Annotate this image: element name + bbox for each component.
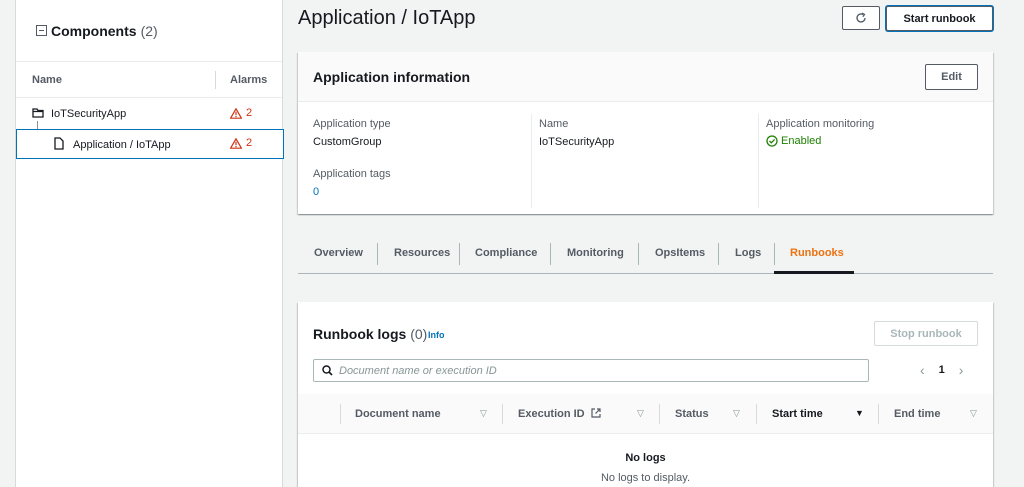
refresh-button[interactable]: [842, 6, 880, 30]
tab-divider: [377, 243, 378, 265]
components-count: (2): [140, 22, 158, 39]
tree-item-iotsecurityapp[interactable]: IoTSecurityApp 2: [16, 99, 284, 129]
refresh-icon: [856, 12, 866, 23]
empty-state-title: No logs: [625, 452, 666, 464]
runbook-logs-title: Runbook logs (0): [313, 326, 427, 342]
application-type-label: Application type: [313, 118, 391, 130]
tab-divider: [459, 243, 460, 265]
tab-divider: [550, 243, 551, 265]
page-title: Application / IoTApp: [298, 7, 476, 29]
tab-resources[interactable]: Resources: [394, 247, 450, 259]
sort-icon[interactable]: ▽: [637, 408, 644, 419]
monitoring-status-text: Enabled: [781, 135, 822, 147]
application-tags-link[interactable]: 0: [313, 186, 319, 198]
monitoring-status: Enabled: [766, 135, 821, 147]
pagination: ‹ 1 ›: [920, 362, 963, 378]
name-value: IoTSecurityApp: [539, 136, 615, 148]
tab-overview[interactable]: Overview: [314, 247, 363, 259]
external-link-icon: [591, 408, 601, 418]
empty-state-message: No logs to display.: [600, 472, 691, 484]
search-placeholder: Document name or execution ID: [339, 364, 497, 377]
stop-runbook-button[interactable]: Stop runbook: [874, 321, 978, 346]
warning-icon: [230, 107, 242, 119]
page-number[interactable]: 1: [939, 364, 945, 376]
tab-monitoring[interactable]: Monitoring: [567, 247, 624, 259]
edit-button[interactable]: Edit: [925, 64, 978, 90]
runbook-table-header: Document name ▽ Execution ID ▽ Status ▽ …: [298, 394, 993, 434]
tree-item-label: Application / IoTApp: [73, 139, 171, 151]
components-panel: Components (2) Name Alarms IoTSecurityAp…: [15, 0, 284, 487]
collapse-icon[interactable]: [36, 25, 47, 36]
check-circle-icon: [766, 135, 778, 147]
tab-runbooks[interactable]: Runbooks: [790, 247, 844, 259]
column-name[interactable]: Name: [32, 74, 62, 86]
sort-icon[interactable]: ▽: [970, 408, 977, 419]
column-divider: [758, 114, 759, 208]
tab-logs[interactable]: Logs: [735, 247, 761, 259]
tree-item-label: IoTSecurityApp: [51, 108, 127, 120]
column-status[interactable]: Status: [675, 408, 709, 420]
tab-bar: Overview Resources Compliance Monitoring…: [298, 240, 993, 274]
sort-icon[interactable]: ▽: [480, 408, 487, 419]
column-divider: [502, 404, 503, 424]
sort-icon[interactable]: ▽: [733, 408, 740, 419]
warning-icon: [230, 137, 242, 149]
start-runbook-button[interactable]: Start runbook: [886, 6, 993, 31]
runbook-logs-count: (0): [410, 326, 428, 342]
alarm-count: 2: [246, 137, 253, 149]
application-info-title: Application information: [313, 69, 471, 85]
column-alarms[interactable]: Alarms: [230, 74, 267, 86]
alarm-count: 2: [246, 107, 253, 119]
column-divider: [756, 404, 757, 424]
column-execution-id-label: Execution ID: [518, 408, 585, 420]
application-info-header: Application information Edit: [298, 52, 993, 102]
application-info-card: Application information Edit Application…: [298, 52, 993, 214]
application-tags-label: Application tags: [313, 168, 391, 180]
search-input[interactable]: Document name or execution ID: [313, 359, 869, 382]
column-document-name[interactable]: Document name: [355, 408, 441, 420]
tab-opsitems[interactable]: OpsItems: [655, 247, 705, 259]
alarm-indicator: 2: [230, 137, 252, 149]
column-start-time[interactable]: Start time: [772, 408, 823, 420]
components-title: Components: [51, 22, 137, 39]
column-divider: [659, 404, 660, 424]
column-divider: [340, 404, 341, 424]
column-divider: [878, 404, 879, 424]
next-page-icon[interactable]: ›: [959, 362, 964, 378]
search-icon: [322, 365, 333, 376]
active-tab-indicator: [774, 271, 854, 274]
folder-icon: [32, 107, 44, 121]
tab-divider: [638, 243, 639, 265]
tab-divider: [774, 243, 775, 265]
column-divider: [215, 71, 216, 89]
column-end-time[interactable]: End time: [894, 408, 940, 420]
components-column-header: Name Alarms: [16, 62, 282, 98]
monitoring-label: Application monitoring: [766, 118, 875, 130]
previous-page-icon[interactable]: ‹: [920, 362, 925, 378]
column-execution-id[interactable]: Execution ID: [518, 408, 601, 420]
runbook-logs-card: Runbook logs (0) Info Stop runbook Docum…: [298, 302, 993, 487]
tree-item-application-iotapp[interactable]: Application / IoTApp 2: [16, 129, 284, 159]
runbook-logs-title-text: Runbook logs: [313, 326, 407, 342]
column-divider: [531, 114, 532, 208]
alarm-indicator: 2: [230, 107, 252, 119]
application-type-value: CustomGroup: [313, 136, 382, 148]
document-icon: [54, 137, 64, 153]
tab-compliance[interactable]: Compliance: [475, 247, 537, 259]
info-link[interactable]: Info: [428, 330, 445, 340]
components-header: Components (2): [16, 0, 282, 62]
name-label: Name: [539, 118, 569, 130]
sort-descending-icon[interactable]: ▼: [855, 408, 864, 418]
tab-divider: [718, 243, 719, 265]
